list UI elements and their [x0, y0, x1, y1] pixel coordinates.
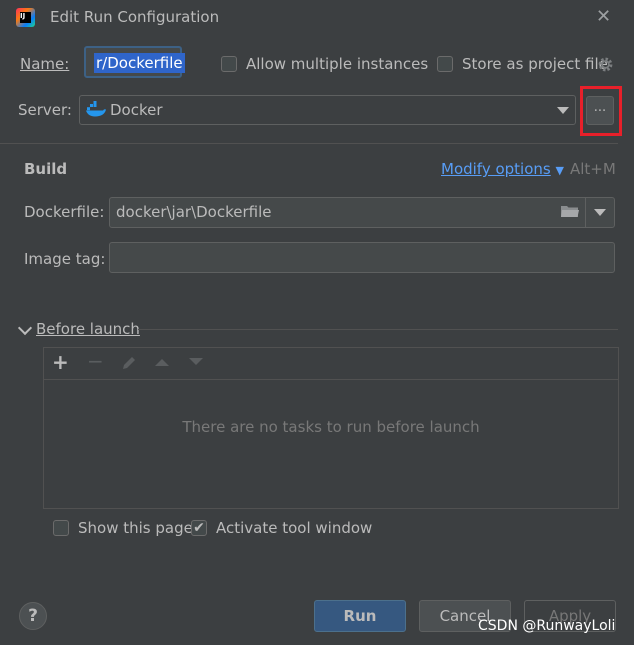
- name-field-value: r/Dockerfile: [94, 53, 185, 73]
- close-icon[interactable]: ✕: [596, 6, 611, 27]
- activate-tool-window-label: Activate tool window: [216, 519, 373, 537]
- dockerfile-label: Dockerfile:: [24, 203, 105, 221]
- dockerfile-dropdown-arrow-icon[interactable]: [594, 209, 606, 216]
- plus-icon[interactable]: +: [52, 350, 69, 374]
- empty-tasks-message: There are no tasks to run before launch: [182, 418, 480, 436]
- intellij-app-icon: IJ: [16, 8, 35, 27]
- store-project-file-label: Store as project file: [462, 55, 608, 73]
- chevron-down-icon: ▼: [555, 164, 564, 177]
- name-field[interactable]: r/Dockerfile: [84, 46, 185, 78]
- run-button[interactable]: Run: [314, 600, 406, 632]
- show-this-page-label: Show this page: [78, 519, 193, 537]
- checkmark-icon: ✔: [193, 520, 205, 536]
- arrow-up-icon[interactable]: [154, 357, 170, 367]
- dockerfile-value: docker\jar\Dockerfile: [116, 203, 272, 221]
- folder-icon[interactable]: [561, 205, 579, 218]
- gear-icon[interactable]: [597, 56, 614, 73]
- activate-tool-window-checkbox[interactable]: ✔: [191, 520, 207, 536]
- modify-options-link[interactable]: Modify options ▼: [441, 160, 564, 178]
- pencil-icon[interactable]: [120, 354, 138, 372]
- browse-servers-button[interactable]: ...: [586, 96, 614, 125]
- before-launch-divider: [138, 329, 618, 330]
- server-dropdown-arrow-icon[interactable]: [557, 107, 569, 114]
- allow-multiple-checkbox[interactable]: [221, 56, 237, 72]
- before-launch-title-text: Before launch: [36, 320, 140, 338]
- help-button[interactable]: ?: [19, 602, 47, 630]
- store-project-file-checkbox[interactable]: [437, 56, 453, 72]
- build-section-title: Build: [24, 160, 68, 178]
- server-value: Docker: [110, 101, 163, 119]
- arrow-down-icon[interactable]: [188, 357, 204, 367]
- name-label: Name:: [20, 55, 69, 73]
- window-title: Edit Run Configuration: [50, 8, 220, 26]
- before-launch-title[interactable]: Before launch: [36, 320, 140, 338]
- dockerfile-divider: [585, 198, 586, 227]
- tasks-toolbar: + −: [44, 348, 618, 380]
- name-label-text: Name:: [20, 55, 70, 73]
- collapse-chevron-icon[interactable]: [17, 320, 33, 336]
- divider: [0, 143, 618, 144]
- allow-multiple-label: Allow multiple instances: [246, 55, 429, 73]
- image-tag-input[interactable]: [109, 242, 615, 273]
- watermark-text: CSDN @RunwayLoli: [478, 618, 616, 634]
- image-tag-label: Image tag:: [24, 250, 106, 268]
- minus-icon[interactable]: −: [87, 349, 104, 373]
- modify-options-label: Modify options: [441, 160, 551, 178]
- show-this-page-checkbox[interactable]: [53, 520, 69, 536]
- docker-whale-icon: [86, 101, 106, 117]
- server-label: Server:: [18, 101, 72, 119]
- modify-options-shortcut: Alt+M: [570, 160, 616, 178]
